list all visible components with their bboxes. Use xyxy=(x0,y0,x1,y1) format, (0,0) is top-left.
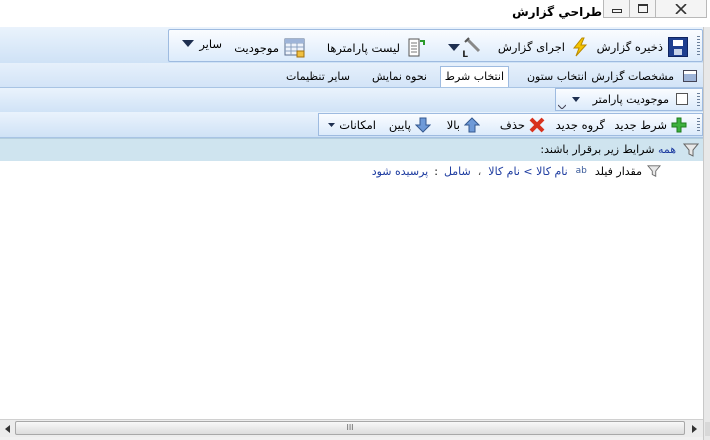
scroll-thumb-grip: III xyxy=(346,423,354,432)
param-entity-label: موجودیت پارامتر xyxy=(592,93,669,106)
chevron-down-icon[interactable] xyxy=(448,44,460,52)
new-group-button[interactable]: گروه جدید xyxy=(556,118,605,132)
sql-button[interactable]: SQL xyxy=(448,37,487,60)
funnel-icon xyxy=(683,143,699,157)
report-settings-icon xyxy=(683,70,697,82)
value-link[interactable]: پرسیده شود xyxy=(372,165,429,178)
filter-header: همه شرایط زیر برقرار باشند: xyxy=(0,138,703,162)
plus-icon xyxy=(671,117,687,133)
restore-icon xyxy=(638,4,648,13)
save-report-button[interactable]: ذخیره گزارش xyxy=(597,37,688,57)
chevron-down-icon xyxy=(328,122,336,127)
scroll-right-icon[interactable] xyxy=(689,424,699,434)
filter-header-text-wrap: همه شرایط زیر برقرار باشند: xyxy=(540,143,676,156)
arrow-down-icon xyxy=(415,117,431,133)
minimize-button[interactable] xyxy=(603,0,631,18)
tab-strip: مشخصات گزارش انتخاب ستون انتخاب شرط نحوه… xyxy=(0,63,703,87)
run-report-label: اجرای گزارش xyxy=(497,40,565,54)
move-up-button[interactable]: بالا xyxy=(447,117,480,133)
chevron-down-icon xyxy=(182,40,195,47)
param-list-label: لیست پارامترها xyxy=(326,41,400,55)
new-condition-label: شرط جدید xyxy=(614,118,667,132)
close-button[interactable] xyxy=(655,0,707,18)
toolbar-grip[interactable] xyxy=(697,118,700,133)
run-report-button[interactable]: اجرای گزارش xyxy=(498,37,590,57)
condition-tree: مقدار فیلد ab نام کالا > نام کالا ، شامل… xyxy=(0,161,703,419)
scroll-arrow-strip xyxy=(705,422,710,436)
all-conditions-link[interactable]: همه xyxy=(658,143,676,156)
param-list-button[interactable]: لیست پارامترها xyxy=(327,37,426,59)
delete-x-icon xyxy=(529,117,545,133)
param-entity-checkbox[interactable] xyxy=(676,93,688,105)
filter-header-text: شرایط زیر برقرار باشند: xyxy=(540,143,655,156)
delete-label: حذف xyxy=(499,118,525,132)
overflow-icon[interactable] xyxy=(558,101,566,109)
operator-link[interactable]: شامل xyxy=(444,165,471,178)
window-title: طراحي گزارش xyxy=(512,5,602,19)
param-toolbar: موجودیت پارامتر xyxy=(555,88,703,111)
field-value-label: مقدار فیلد xyxy=(594,164,642,178)
main-toolbar: ذخیره گزارش اجرای گزارش SQL لیست پارامتر… xyxy=(168,29,703,62)
tab-other-settings[interactable]: سایر تنظیمات xyxy=(282,67,354,86)
lightning-icon xyxy=(572,37,588,57)
window-edge xyxy=(703,27,710,440)
floppy-disk-icon xyxy=(668,37,688,57)
funnel-icon xyxy=(647,165,661,177)
move-up-label: بالا xyxy=(446,118,460,132)
arrow-up-icon xyxy=(464,117,480,133)
minimize-icon xyxy=(612,8,622,13)
tab-report-properties[interactable]: مشخصات گزارش xyxy=(587,67,678,86)
close-icon xyxy=(675,3,687,14)
new-condition-button[interactable]: شرط جدید xyxy=(614,117,687,133)
param-list-icon xyxy=(404,37,426,59)
horizontal-scrollbar[interactable]: III xyxy=(0,419,703,437)
chevron-down-icon[interactable] xyxy=(572,97,580,103)
table-grid-icon xyxy=(284,37,306,59)
condition-toolbar: شرط جدید گروه جدید حذف بالا پایین امکانا… xyxy=(318,113,703,136)
toolbar-grip[interactable] xyxy=(697,36,700,56)
separator-colon: : xyxy=(434,164,438,178)
tab-select-column[interactable]: انتخاب ستون xyxy=(523,67,591,86)
move-down-button[interactable]: پایین xyxy=(389,117,431,133)
entity-label: موجودیت xyxy=(234,41,279,55)
svg-text:SQL: SQL xyxy=(463,50,468,59)
tab-select-condition[interactable]: انتخاب شرط xyxy=(439,66,509,87)
toolbar-grip[interactable] xyxy=(697,93,700,108)
sql-icon: SQL xyxy=(448,37,487,60)
scroll-left-icon[interactable] xyxy=(3,424,13,434)
options-label: امکانات xyxy=(339,118,376,132)
other-label: سایر xyxy=(199,37,222,51)
entity-button[interactable]: موجودیت xyxy=(234,37,306,59)
options-menu-button[interactable]: امکانات xyxy=(328,118,376,132)
tab-display-mode[interactable]: نحوه نمایش xyxy=(368,67,431,86)
separator-comma: ، xyxy=(477,164,482,178)
scroll-thumb[interactable]: III xyxy=(15,421,685,435)
other-menu-button[interactable]: سایر xyxy=(182,37,222,51)
save-report-label: ذخیره گزارش xyxy=(596,40,663,54)
field-path-link[interactable]: نام کالا > نام کالا xyxy=(488,165,567,178)
condition-row[interactable]: مقدار فیلد ab نام کالا > نام کالا ، شامل… xyxy=(372,164,661,178)
maximize-button[interactable] xyxy=(629,0,657,18)
move-down-label: پایین xyxy=(388,118,411,132)
text-field-icon: ab xyxy=(575,166,587,176)
delete-button[interactable]: حذف xyxy=(500,117,545,133)
